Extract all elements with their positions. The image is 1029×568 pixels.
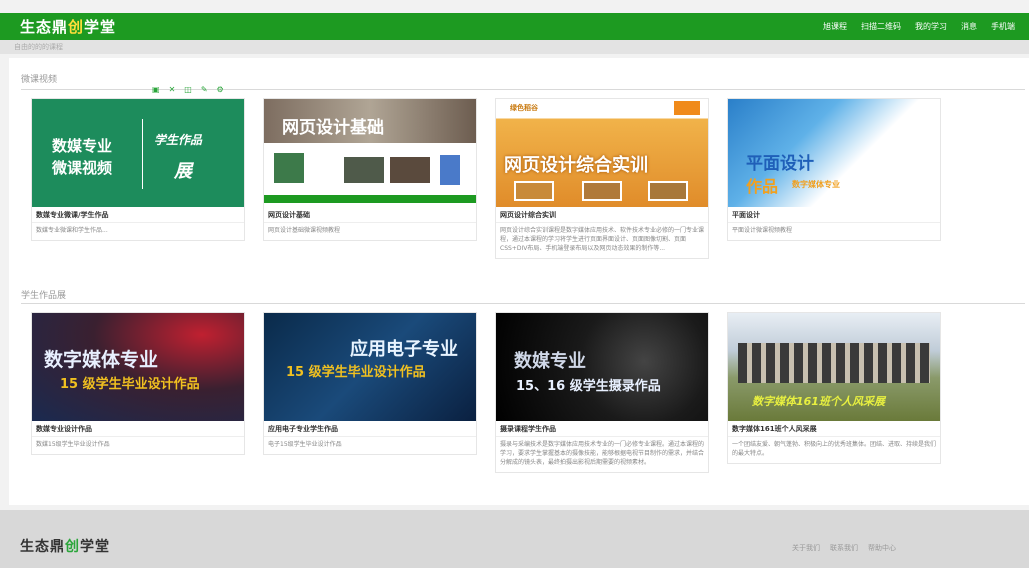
thumbnail-caption: 应用电子专业: [350, 339, 458, 360]
course-card[interactable]: 绿色稻谷 网页设计综合实训 网页设计综合实训 网页设计综合实训课程是数字媒体应用…: [495, 98, 709, 259]
thumbnail-caption: 数字媒体专业: [792, 180, 840, 189]
thumbnail-caption: 15 级学生毕业设计作品: [286, 365, 426, 380]
course-thumbnail[interactable]: 网页设计基础: [264, 99, 476, 207]
course-thumbnail[interactable]: 数媒专业 微课视频 学生作品 展: [32, 99, 244, 207]
thumbnail-caption: 15、16 级学生摄录作品: [516, 379, 661, 394]
footer-link-help[interactable]: 帮助中心: [868, 543, 896, 553]
course-card[interactable]: 数字媒体161班个人风采展 数字媒体161班个人风采展 一个团结友爱、朝气蓬勃、…: [727, 312, 941, 464]
course-card[interactable]: 网页设计基础 网页设计基础 网页设计基础微课视频教程: [263, 98, 477, 241]
card-title[interactable]: 数字媒体161班个人风采展: [728, 421, 940, 437]
thumbnail-caption: 绿色稻谷: [510, 104, 538, 112]
thumbnail-button: [674, 101, 700, 115]
site-footer: 生态鼎创学堂 关于我们 联系我们 帮助中心: [0, 510, 1029, 568]
thumbnail-caption: 展: [174, 161, 192, 182]
card-title[interactable]: 数媒专业设计作品: [32, 421, 244, 437]
footer-link-about[interactable]: 关于我们: [792, 543, 820, 553]
card-description: 数媒15级学生毕业设计作品: [36, 441, 110, 448]
card-title[interactable]: 网页设计综合实训: [496, 207, 708, 223]
thumbnail-photo: [648, 181, 688, 201]
main-nav: 旭课程 扫描二维码 我的学习 消息 手机端: [823, 21, 1015, 32]
footer-logo[interactable]: 生态鼎创学堂: [20, 536, 110, 556]
thumbnail-caption: 微课视频: [52, 159, 113, 177]
copy-icon[interactable]: ◫: [184, 85, 192, 95]
card-description: 数媒专业微课和学生作品...: [36, 227, 108, 234]
course-thumbnail[interactable]: 应用电子专业 15 级学生毕业设计作品: [264, 313, 476, 421]
card-title[interactable]: 应用电子专业学生作品: [264, 421, 476, 437]
footer-links: 关于我们 联系我们 帮助中心: [792, 543, 896, 553]
thumbnail-photo: [514, 181, 554, 201]
thumbnail-caption: 15 级学生毕业设计作品: [60, 377, 200, 392]
course-card[interactable]: 数媒专业 15、16 级学生摄录作品 摄录课程学生作品 摄录与采编技术是数字媒体…: [495, 312, 709, 473]
course-thumbnail[interactable]: 数媒专业 15、16 级学生摄录作品: [496, 313, 708, 421]
logo-text-highlight: 创: [68, 18, 85, 36]
nav-item-mobile[interactable]: 手机端: [991, 21, 1015, 32]
card-title[interactable]: 网页设计基础: [264, 207, 476, 223]
course-thumbnail[interactable]: 数字媒体专业 15 级学生毕业设计作品: [32, 313, 244, 421]
thumbnail-photo: [582, 181, 622, 201]
footer-logo-end: 学堂: [80, 539, 110, 555]
card-title[interactable]: 平面设计: [728, 207, 940, 223]
card-title[interactable]: 摄录课程学生作品: [496, 421, 708, 437]
thumbnail-caption: 平面设计: [746, 154, 814, 174]
settings-icon[interactable]: ⚙: [217, 85, 224, 95]
main-content: 微课视频 ▣ ✕ ◫ ✎ ⚙ 数媒专业 微课视频 学生作品 展 数媒专业微课/学…: [9, 58, 1029, 505]
thumbnail-photo: [390, 157, 430, 183]
site-logo[interactable]: 生态鼎创学堂: [20, 16, 116, 37]
edit-icon[interactable]: ✎: [201, 85, 208, 95]
course-card[interactable]: 数字媒体专业 15 级学生毕业设计作品 数媒专业设计作品 数媒15级学生毕业设计…: [31, 312, 245, 455]
breadcrumb[interactable]: 自由的的的课程: [14, 42, 63, 52]
course-card[interactable]: 平面设计 作品 数字媒体专业 平面设计 平面设计微课视频教程: [727, 98, 941, 241]
section-title-student-works: 学生作品展: [21, 291, 67, 301]
logo-text-end: 学堂: [84, 18, 117, 36]
photo-icon[interactable]: ▣: [152, 85, 160, 95]
thumbnail-caption: 数媒专业: [52, 137, 113, 155]
card-description: 网页设计基础微课视频教程: [268, 227, 341, 234]
breadcrumb-bar: 自由的的的课程: [0, 40, 1029, 54]
share-icon[interactable]: ✕: [169, 85, 176, 95]
card-description: 网页设计综合实训课程是数字媒体应用技术、软件技术专业必修的一门专业课程，通过本课…: [500, 227, 705, 252]
nav-item-messages[interactable]: 消息: [961, 21, 977, 32]
thumbnail-caption: 网页设计综合实训: [504, 155, 648, 176]
section-title-micro-videos: 微课视频: [21, 75, 58, 85]
course-card[interactable]: 应用电子专业 15 级学生毕业设计作品 应用电子专业学生作品 电子15级学生毕业…: [263, 312, 477, 455]
course-thumbnail[interactable]: 绿色稻谷 网页设计综合实训: [496, 99, 708, 207]
card-toolbar: ▣ ✕ ◫ ✎ ⚙: [152, 85, 224, 95]
nav-item-qr-code[interactable]: 扫描二维码: [861, 21, 901, 32]
section-divider: [21, 303, 1025, 304]
course-thumbnail[interactable]: 数字媒体161班个人风采展: [728, 313, 940, 421]
card-description: 电子15级学生毕业设计作品: [268, 441, 342, 448]
course-card[interactable]: 数媒专业 微课视频 学生作品 展 数媒专业微课/学生作品 数媒专业微课和学生作品…: [31, 98, 245, 241]
thumbnail-caption: 网页设计基础: [282, 118, 384, 138]
thumbnail-photo: [344, 157, 384, 183]
footer-logo-highlight: 创: [65, 539, 80, 555]
footer-link-contact[interactable]: 联系我们: [830, 543, 858, 553]
thumbnail-footer-strip: [264, 195, 476, 203]
card-description: 摄录与采编技术是数字媒体应用技术专业的一门必修专业课程。通过本课程的学习，要求学…: [500, 441, 705, 466]
thumbnail-photo: [274, 153, 304, 183]
course-thumbnail[interactable]: 平面设计 作品 数字媒体专业: [728, 99, 940, 207]
thumbnail-photo: [440, 155, 460, 185]
nav-item-my-learning[interactable]: 我的学习: [915, 21, 947, 32]
thumbnail-caption: 作品: [746, 177, 779, 196]
thumbnail-caption: 数字媒体161班个人风采展: [752, 395, 885, 408]
nav-item-courses[interactable]: 旭课程: [823, 21, 847, 32]
thumbnail-caption: 学生作品: [154, 133, 203, 147]
thumbnail-divider: [142, 119, 143, 189]
thumbnail-caption: 数字媒体专业: [44, 349, 159, 371]
top-navigation-bar: 生态鼎创学堂 旭课程 扫描二维码 我的学习 消息 手机端: [0, 13, 1029, 40]
card-description: 平面设计微课视频教程: [732, 227, 793, 234]
card-title[interactable]: 数媒专业微课/学生作品: [32, 207, 244, 223]
card-description: 一个团结友爱、朝气蓬勃、积极向上的优秀班集体。团结、进取、持续是我们的最大特点。: [732, 441, 937, 457]
thumbnail-photo: [738, 343, 930, 383]
logo-text-start: 生态鼎: [20, 18, 69, 36]
thumbnail-caption: 数媒专业: [514, 351, 586, 372]
footer-logo-start: 生态鼎: [20, 539, 65, 555]
